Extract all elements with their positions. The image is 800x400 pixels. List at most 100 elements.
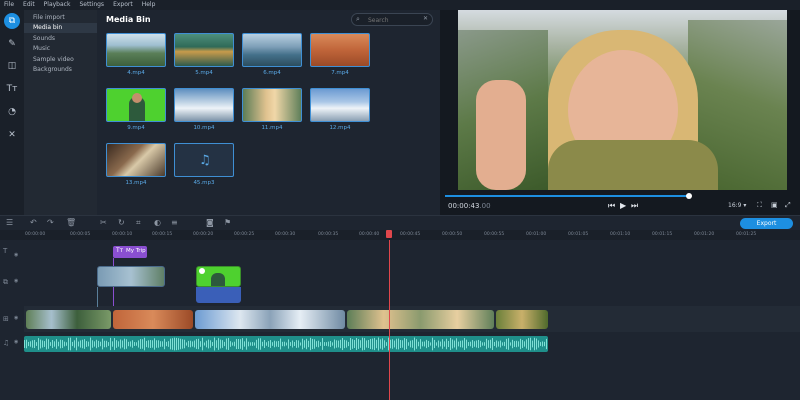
clip-properties-icon[interactable]: ≡ [171, 218, 178, 227]
media-item-11[interactable] [242, 88, 302, 122]
timeline-ruler[interactable]: 00:00:00 00:00:05 00:00:10 00:00:15 00:0… [0, 230, 800, 240]
track-mute-icon[interactable]: ◉ [14, 315, 18, 321]
snapshot-icon[interactable]: ▣ [771, 201, 778, 209]
media-item-label: 5.mp4 [195, 70, 213, 76]
sidebar-item-sounds[interactable]: Sounds [24, 34, 97, 44]
media-item-label: 7.mp4 [331, 70, 349, 76]
video-clip[interactable] [347, 310, 494, 329]
clear-search-icon[interactable]: ✕ [423, 15, 428, 22]
menu-help[interactable]: Help [142, 0, 156, 10]
timeline-settings-icon[interactable]: ☰ [6, 218, 13, 227]
ruler-tick: 00:01:25 [736, 232, 757, 237]
ruler-tick: 00:00:55 [484, 232, 505, 237]
search-box[interactable]: ⌕ ✕ [351, 13, 433, 26]
overlay-clip-audio[interactable] [196, 287, 241, 303]
sidebar-item-media-bin[interactable]: Media bin [24, 23, 97, 33]
marker-icon[interactable]: ⚑ [224, 218, 231, 227]
sidebar-item-music[interactable]: Music [24, 44, 97, 54]
music-note-icon: ♫ [199, 153, 211, 168]
ruler-tick: 00:00:40 [359, 232, 380, 237]
track-visibility-icon[interactable]: ◉ [14, 252, 18, 258]
playhead-handle[interactable] [386, 230, 392, 238]
crop-icon[interactable]: ⌗ [136, 218, 141, 228]
audio-clip[interactable] [24, 336, 548, 352]
magic-wand-icon[interactable]: ✎ [4, 36, 20, 52]
media-item-45[interactable]: ♫ [174, 143, 234, 177]
transitions-icon[interactable]: ◫ [4, 58, 20, 74]
cut-icon[interactable]: ✂ [100, 218, 107, 227]
delete-icon[interactable]: 🗑 [66, 218, 76, 227]
ruler-tick: 00:01:20 [694, 232, 715, 237]
media-item-6[interactable] [242, 33, 302, 67]
video-track-icon: ⊞ [3, 315, 9, 323]
media-item-12[interactable] [310, 88, 370, 122]
fullscreen-icon[interactable]: ⤢ [785, 201, 791, 210]
ruler-tick: 00:01:10 [610, 232, 631, 237]
ruler-tick: 00:00:15 [152, 232, 173, 237]
track-mute-icon[interactable]: ◉ [14, 339, 18, 345]
media-item-label: 10.mp4 [193, 125, 215, 131]
sidebar-item-sample-video[interactable]: Sample video [24, 55, 97, 65]
ruler-tick: 00:01:15 [652, 232, 673, 237]
audio-track-icon: ♫ [3, 339, 10, 347]
media-item-5[interactable] [174, 33, 234, 67]
rotate-icon[interactable]: ↻ [118, 218, 125, 227]
overlay-clip-greenscreen[interactable] [196, 266, 241, 287]
undo-icon[interactable]: ↶ [30, 218, 37, 227]
media-item-label: 9.mp4 [127, 125, 145, 131]
overlay-link-line [97, 287, 98, 307]
media-item-7[interactable] [310, 33, 370, 67]
menu-export[interactable]: Export [113, 0, 133, 10]
audio-waveform [24, 337, 547, 351]
menu-edit[interactable]: Edit [23, 0, 35, 10]
color-adjust-icon[interactable]: ◐ [154, 218, 161, 227]
video-clip[interactable] [195, 310, 345, 329]
media-item-10[interactable] [174, 88, 234, 122]
ruler-tick: 00:00:50 [442, 232, 463, 237]
overlay-clip[interactable] [97, 266, 165, 287]
media-item-label: 13.mp4 [125, 180, 147, 186]
ruler-tick: 00:00:25 [234, 232, 255, 237]
media-item-label: 6.mp4 [263, 70, 281, 76]
timecode: 00:00:43.00 [448, 202, 491, 210]
ruler-tick: 00:00:45 [400, 232, 421, 237]
overlay-track-icon: ⧉ [3, 278, 8, 286]
video-clip[interactable] [496, 310, 548, 329]
more-tools-icon[interactable]: ✕ [4, 127, 20, 143]
media-bin-panel: Media Bin ⌕ ✕ 4.mp4 5.mp4 6.mp4 7.mp4 9.… [97, 10, 440, 215]
video-clip[interactable] [113, 310, 193, 329]
fit-view-icon[interactable]: ⛶ [757, 201, 762, 210]
sidebar-item-backgrounds[interactable]: Backgrounds [24, 65, 97, 75]
play-icon[interactable]: ▶ [620, 201, 626, 210]
stickers-icon[interactable]: ◔ [4, 104, 20, 120]
media-item-4[interactable] [106, 33, 166, 67]
timeline-tracks: T ◉ ⧉ ◉ ⊞ ◉ ♫ ◉ Tт My Trip [0, 240, 800, 400]
track-mute-icon[interactable]: ◉ [14, 278, 18, 284]
ruler-tick: 00:00:00 [25, 232, 46, 237]
skip-forward-icon[interactable]: ⏭ [631, 201, 638, 211]
redo-icon[interactable]: ↷ [47, 218, 54, 227]
timeline-toolbar: ☰ ↶ ↷ 🗑 ✂ ↻ ⌗ ◐ ≡ ◙ ⚑ Export [0, 215, 800, 230]
menu-playback[interactable]: Playback [44, 0, 71, 10]
preview-seekbar[interactable] [445, 193, 692, 199]
skip-back-icon[interactable]: ⏮ [608, 201, 615, 211]
sidebar-item-file-import[interactable]: File import [24, 13, 97, 23]
import-tool-icon[interactable]: ⧉ [4, 13, 20, 29]
title-clip[interactable]: Tт My Trip [113, 246, 147, 258]
video-clip[interactable] [26, 310, 111, 329]
playhead-line [389, 240, 390, 400]
record-icon[interactable]: ◙ [206, 218, 214, 227]
titles-icon[interactable]: Tт [4, 81, 20, 97]
timecode-current: 00:00:43 [448, 202, 480, 210]
seekbar-handle[interactable] [686, 193, 692, 199]
export-button[interactable]: Export [740, 218, 793, 229]
media-item-9[interactable] [106, 88, 166, 122]
menu-file[interactable]: File [4, 0, 14, 10]
import-sidebar: File import Media bin Sounds Music Sampl… [24, 10, 97, 215]
aspect-ratio-select[interactable]: 16:9 ▾ [728, 202, 746, 209]
media-item-13[interactable] [106, 143, 166, 177]
menu-settings[interactable]: Settings [79, 0, 104, 10]
ruler-tick: 00:00:10 [112, 232, 133, 237]
search-input[interactable] [368, 15, 418, 25]
video-preview[interactable] [458, 10, 787, 190]
